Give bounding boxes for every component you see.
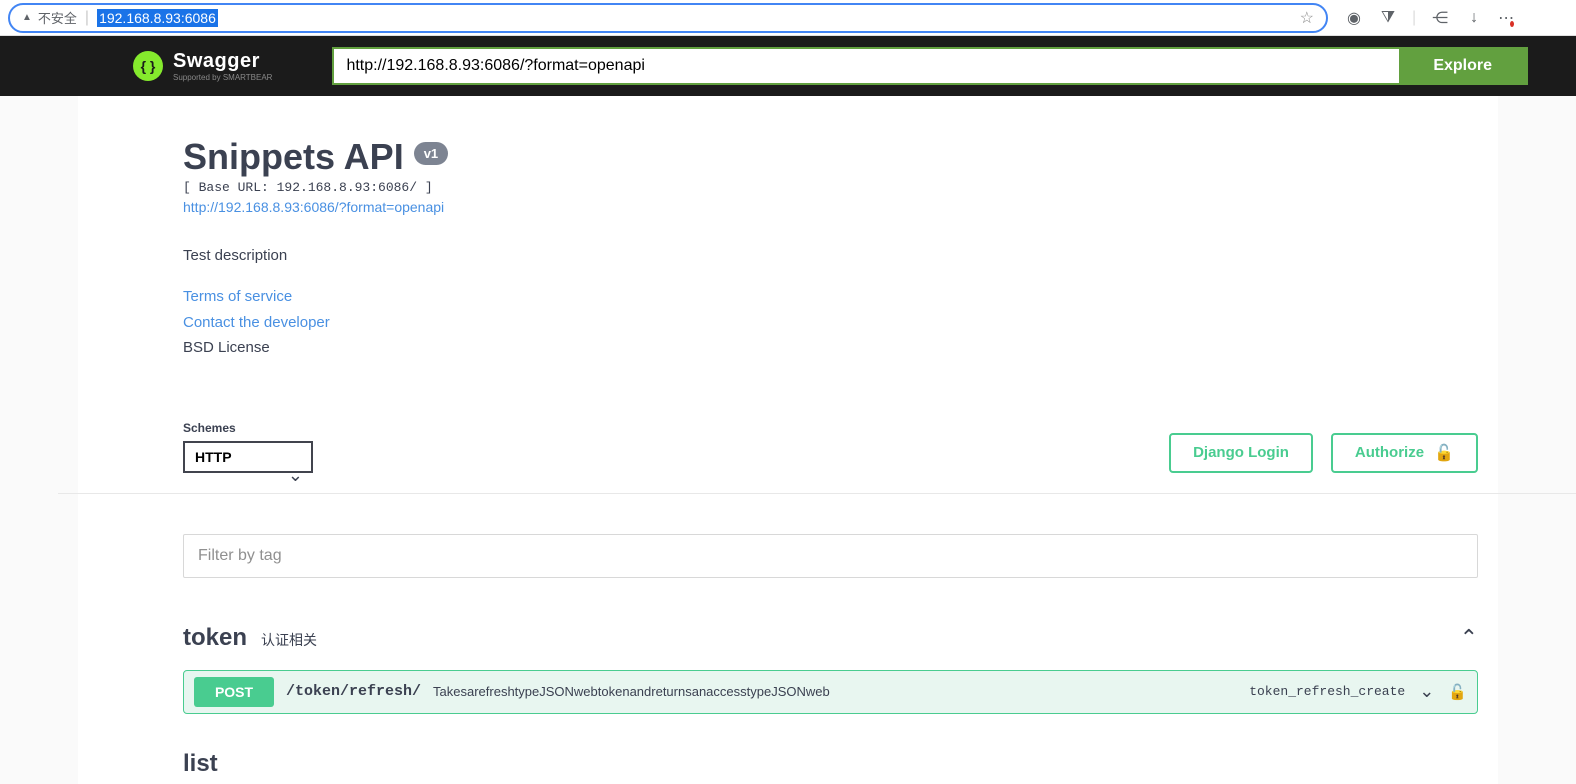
more-icon[interactable]: ⋯: [1498, 8, 1518, 28]
address-separator: |: [85, 9, 89, 27]
base-url: [ Base URL: 192.168.8.93:6086/ ]: [183, 180, 1478, 195]
swagger-badge-icon: { }: [133, 51, 163, 81]
tag-name: list: [183, 750, 218, 778]
tag-section-token: token 认证相关 ⌃ POST /token/refresh/ Takesa…: [183, 618, 1478, 714]
download-icon[interactable]: ↓: [1464, 8, 1484, 28]
chevron-up-icon: ⌃: [1460, 625, 1478, 651]
authorize-button[interactable]: Authorize 🔓: [1331, 433, 1478, 473]
contact-link[interactable]: Contact the developer: [183, 310, 1478, 336]
chrome-separator: |: [1412, 9, 1416, 27]
api-title: Snippets API: [183, 136, 404, 178]
schemes-label: Schemes: [183, 421, 313, 435]
section-divider: [58, 493, 1576, 494]
license-text: BSD License: [183, 335, 1478, 361]
tag-name: token: [183, 624, 247, 652]
schemes-select[interactable]: HTTP: [183, 441, 313, 473]
extensions-icon[interactable]: ⧩: [1378, 8, 1398, 28]
swagger-logo-text: Swagger: [173, 50, 272, 73]
django-login-label: Django Login: [1193, 444, 1289, 461]
api-description: Test description: [183, 247, 1478, 264]
browser-chrome: 不安全 | 192.168.8.93:6086 ☆ ◉ ⧩ | ⋲ ↓ ⋯: [0, 0, 1576, 36]
operation-summary: TakesarefreshtypeJSONwebtokenandreturnsa…: [433, 684, 1237, 699]
not-secure-label: 不安全: [22, 8, 77, 27]
extension-color-icon[interactable]: ◉: [1344, 8, 1364, 28]
swagger-logo-subtext: Supported by SMARTBEAR: [173, 73, 272, 82]
chevron-down-icon: ⌄: [1419, 681, 1434, 702]
operation-token-refresh[interactable]: POST /token/refresh/ TakesarefreshtypeJS…: [183, 670, 1478, 714]
api-title-row: Snippets API v1: [183, 136, 1478, 178]
spec-url-input[interactable]: [334, 49, 1399, 83]
swagger-topbar: { } Swagger Supported by SMARTBEAR Explo…: [0, 36, 1576, 96]
terms-link[interactable]: Terms of service: [183, 284, 1478, 310]
tag-description: 认证相关: [261, 630, 317, 650]
operation-path: /token/refresh/: [286, 683, 421, 700]
browser-toolbar-icons: ◉ ⧩ | ⋲ ↓ ⋯: [1336, 8, 1526, 28]
explore-form: Explore: [332, 47, 1528, 85]
favorites-icon[interactable]: ⋲: [1430, 8, 1450, 28]
tag-header-list[interactable]: list: [183, 744, 1478, 784]
django-login-button[interactable]: Django Login: [1169, 433, 1313, 473]
schemes-bar: Schemes HTTP Django Login Authorize 🔓: [183, 421, 1478, 493]
info-links: Terms of service Contact the developer B…: [183, 284, 1478, 361]
spec-link[interactable]: http://192.168.8.93:6086/?format=openapi: [183, 199, 444, 215]
filter-wrap: [183, 534, 1478, 578]
tag-section-list: list: [183, 744, 1478, 784]
swagger-logo[interactable]: { } Swagger Supported by SMARTBEAR: [133, 50, 272, 82]
lock-icon[interactable]: 🔓: [1448, 683, 1467, 701]
http-method-badge: POST: [194, 677, 274, 707]
tag-header-token[interactable]: token 认证相关 ⌃: [183, 618, 1478, 658]
authorize-label: Authorize: [1355, 444, 1424, 461]
filter-input[interactable]: [183, 534, 1478, 578]
lock-icon: 🔓: [1434, 443, 1454, 463]
bookmark-star-icon[interactable]: ☆: [1300, 8, 1314, 28]
swagger-ui-main: Snippets API v1 [ Base URL: 192.168.8.93…: [78, 96, 1498, 784]
auth-buttons: Django Login Authorize 🔓: [1169, 433, 1478, 473]
address-text[interactable]: 192.168.8.93:6086: [97, 9, 218, 27]
explore-button[interactable]: Explore: [1399, 49, 1526, 83]
operation-id: token_refresh_create: [1249, 684, 1405, 699]
api-version-badge: v1: [414, 142, 448, 165]
address-bar[interactable]: 不安全 | 192.168.8.93:6086 ☆: [8, 3, 1328, 33]
